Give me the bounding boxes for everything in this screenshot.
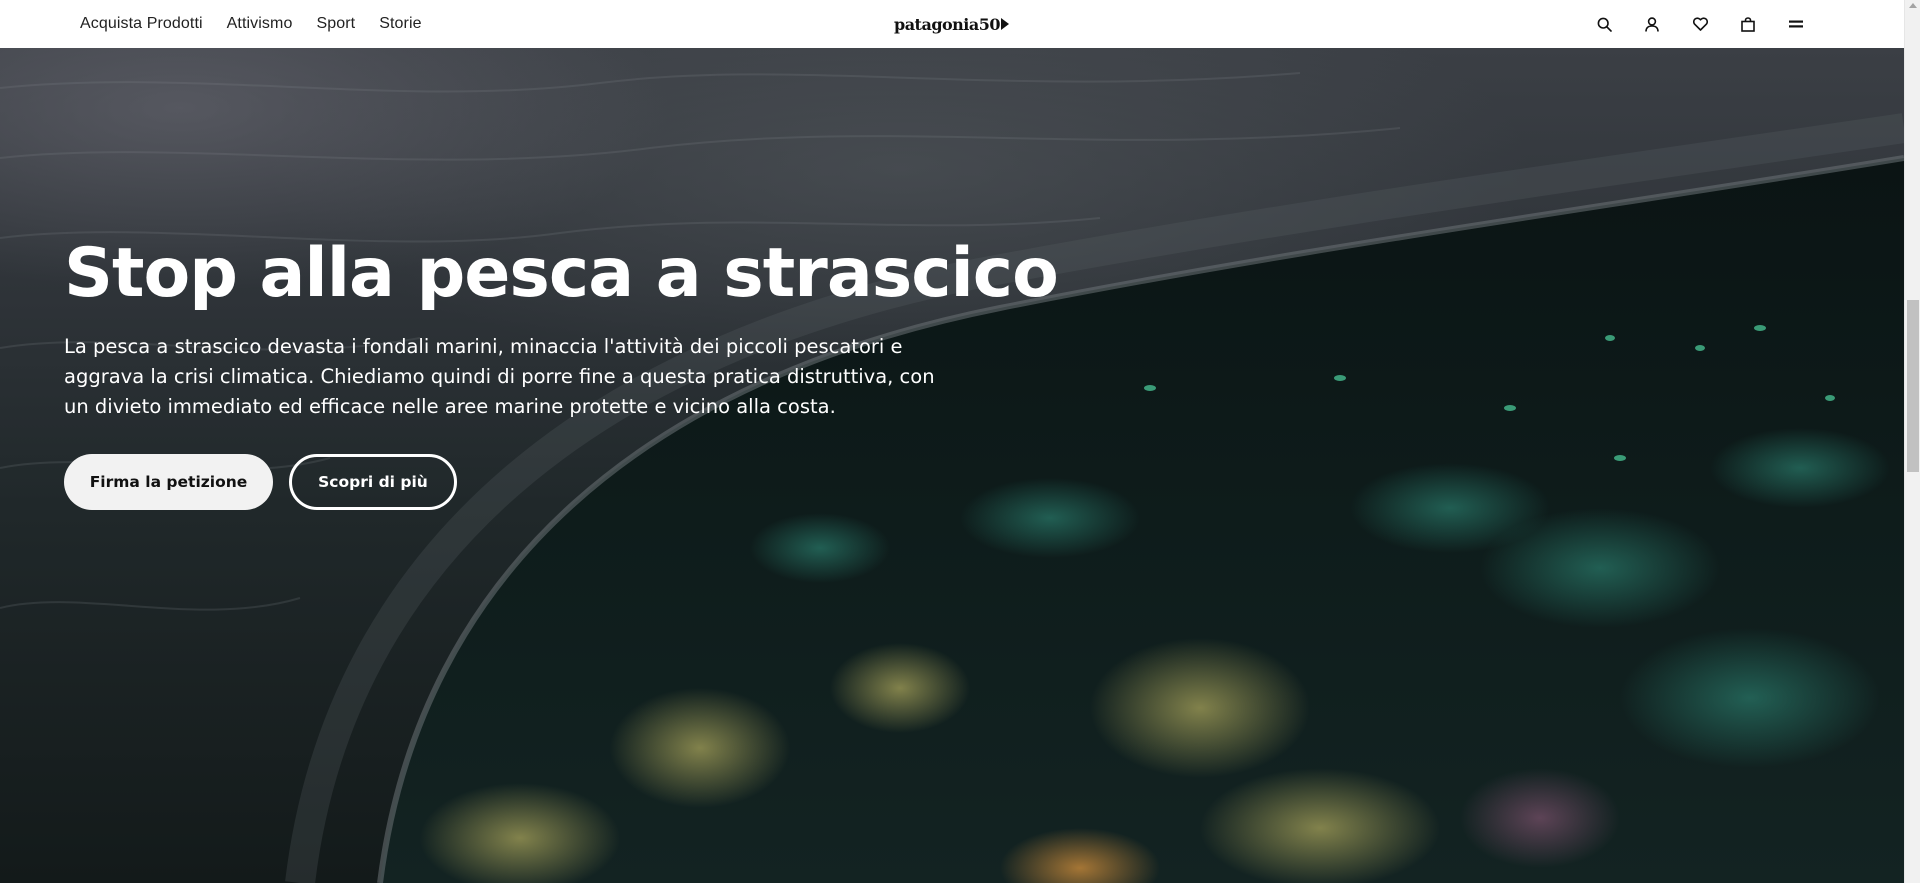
play-arrow-icon	[1001, 18, 1010, 30]
main-nav: Acquista Prodotti Attivismo Sport Storie	[80, 0, 422, 48]
account-icon[interactable]	[1644, 16, 1660, 32]
scrollbar-thumb[interactable]	[1907, 300, 1919, 472]
page-scrollbar[interactable]	[1904, 0, 1920, 883]
hero-content: Stop alla pesca a strascico La pesca a s…	[64, 234, 1059, 510]
bag-icon[interactable]	[1740, 16, 1756, 32]
sign-petition-button[interactable]: Firma la petizione	[64, 454, 273, 510]
logo-anniversary: 50	[978, 14, 1001, 34]
nav-shop-products[interactable]: Acquista Prodotti	[80, 15, 203, 33]
patagonia-logo[interactable]: patagonia 50	[894, 10, 1010, 38]
site-header: Acquista Prodotti Attivismo Sport Storie…	[0, 0, 1904, 48]
menu-icon[interactable]	[1788, 16, 1804, 32]
heart-icon[interactable]	[1692, 16, 1708, 32]
hero-actions: Firma la petizione Scopri di più	[64, 454, 964, 510]
learn-more-button[interactable]: Scopri di più	[289, 454, 457, 510]
nav-sport[interactable]: Sport	[316, 15, 355, 33]
header-actions	[1596, 0, 1804, 48]
scroll-up-arrow-icon[interactable]	[1909, 3, 1917, 8]
page: Acquista Prodotti Attivismo Sport Storie…	[0, 0, 1920, 883]
hero-description: La pesca a strascico devasta i fondali m…	[64, 335, 935, 418]
nav-activism[interactable]: Attivismo	[227, 15, 293, 33]
hero-banner: Stop alla pesca a strascico La pesca a s…	[0, 48, 1904, 883]
hero-title: Stop alla pesca a strascico	[64, 234, 1059, 313]
logo-wordmark: patagonia	[894, 14, 979, 34]
nav-stories[interactable]: Storie	[379, 15, 421, 33]
search-icon[interactable]	[1596, 16, 1612, 32]
